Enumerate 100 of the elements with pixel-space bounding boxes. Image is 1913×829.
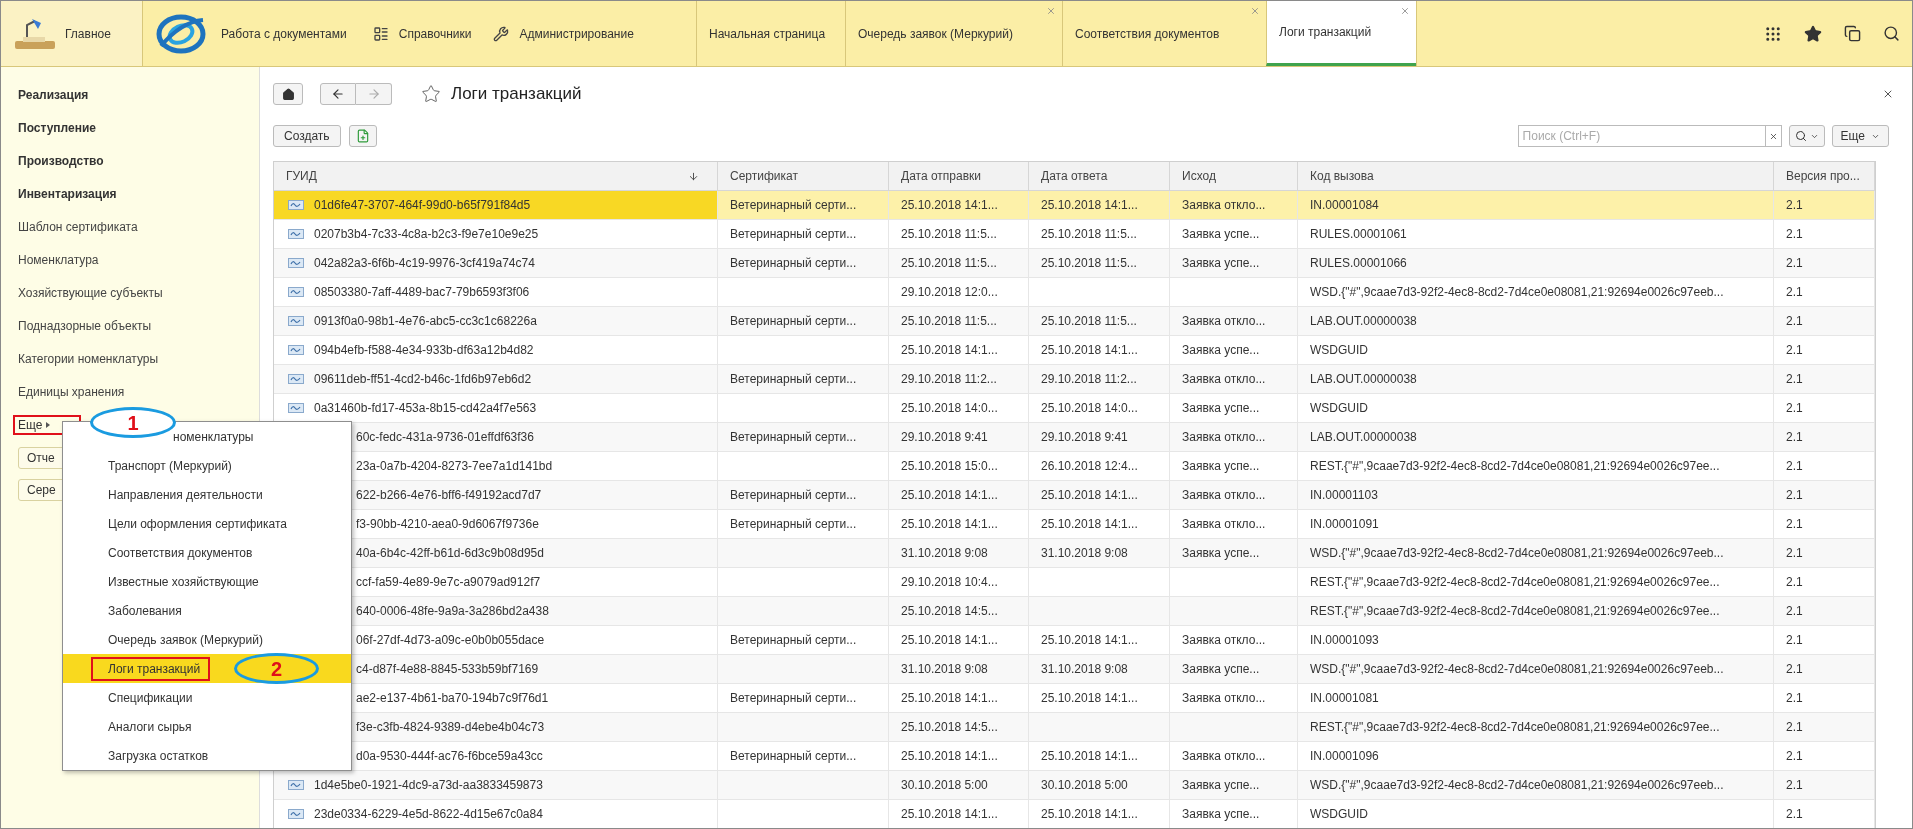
table-cell-text: Заявка откло... [1182, 429, 1266, 446]
close-icon [1768, 131, 1778, 141]
menu-item[interactable]: Загрузка остатков [63, 741, 351, 770]
menu-item[interactable]: Логи транзакций 2 [63, 654, 351, 683]
sidebar-link[interactable]: Еще [18, 415, 43, 434]
menu-item[interactable]: Заболевания [63, 596, 351, 625]
table-cell-text: 2.1 [1786, 632, 1803, 649]
table-cell-text: WSD.{"#",9caae7d3-92f2-4ec8-8cd2-7d4ce0e08081,21:92694e0026c97eeb... [1310, 284, 1724, 301]
column-header[interactable]: Версия про... [1774, 162, 1875, 190]
table-cell-text: IN.00001103 [1310, 487, 1378, 504]
nav-link[interactable]: Администрирование [519, 24, 634, 43]
column-header[interactable]: Исход [1170, 162, 1298, 190]
table-cell-text: f3-90bb-4210-aea0-9d6067f9736e [356, 516, 539, 533]
star-icon[interactable] [1804, 24, 1822, 43]
callout-marker: 2 [234, 653, 319, 684]
search-button[interactable] [1788, 125, 1825, 147]
column-header[interactable]: Дата отправки [889, 162, 1029, 190]
sidebar-link[interactable]: Поднадзорные объекты [18, 316, 152, 335]
table-cell-text: 25.10.2018 14:1... [1041, 748, 1138, 765]
menu-item[interactable]: Спецификации [63, 683, 351, 712]
search-field[interactable]: Поиск (Ctrl+F) [1517, 125, 1766, 147]
nav-link[interactable]: Работа с документами [221, 24, 347, 43]
sidebar-link[interactable]: Поступление [18, 118, 96, 137]
table-cell-text: 25.10.2018 14:5... [901, 603, 998, 620]
sidebar-link[interactable]: Категории номенклатуры [18, 349, 159, 368]
wave-icon [288, 200, 304, 210]
table-cell-text: Заявка откло... [1182, 690, 1266, 707]
menu-item[interactable]: Соответствия документов [63, 538, 351, 567]
sort-arrow-icon [688, 170, 699, 182]
table-cell-text: 2.1 [1786, 545, 1803, 562]
table-cell-text: 2.1 [1786, 342, 1803, 359]
table-cell-text: IN.00001096 [1310, 748, 1379, 765]
table-cell-text: 25.10.2018 14:1... [901, 748, 998, 765]
table-cell-text: 0913f0a0-98b1-4e76-abc5-cc3c1c68226a [314, 313, 537, 330]
sidebar-link[interactable]: Производство [18, 151, 104, 170]
table-cell-text: 2.1 [1786, 284, 1803, 301]
table-cell-text: REST.{"#",9caae7d3-92f2-4ec8-8cd2-7d4ce0e08081,21:92694e0026c97ee... [1310, 458, 1720, 475]
menu-item[interactable]: номенклатуры [173, 427, 254, 446]
clear-button[interactable] [1765, 125, 1782, 147]
back-button[interactable] [320, 83, 356, 105]
column-header[interactable]: Код вызова [1298, 162, 1774, 190]
star-icon[interactable] [421, 84, 441, 104]
home-button[interactable] [273, 83, 303, 105]
tab[interactable]: Логи транзакций [1266, 1, 1416, 66]
column-header[interactable]: Сертификат [718, 162, 889, 190]
table-cell-text: 2.1 [1786, 487, 1803, 504]
table-cell-text: 25.10.2018 14:1... [1041, 632, 1138, 649]
copy-icon[interactable] [1844, 25, 1861, 42]
table-cell-text: Ветеринарный серти... [730, 197, 857, 214]
sidebar-link[interactable]: Номенклатура [18, 250, 99, 269]
table-cell-text: RULES.00001061 [1310, 226, 1407, 243]
wave-icon [288, 345, 304, 355]
more-button[interactable]: Еще [1831, 125, 1889, 147]
table-cell-text: 01d6fe47-3707-464f-99d0-b65f791f84d5 [314, 197, 531, 214]
table-cell-text: Заявка откло... [1182, 516, 1266, 533]
add-button[interactable] [348, 125, 377, 147]
sidebar-link[interactable]: Шаблон сертификата [18, 217, 138, 236]
table-cell-text: 25.10.2018 14:0... [901, 400, 998, 417]
sidebar-link[interactable]: Единицы хранения [18, 382, 125, 401]
table-cell-text: 25.10.2018 14:1... [901, 806, 998, 823]
menu-item[interactable]: Аналоги сырья [63, 712, 351, 741]
grid-icon[interactable] [1764, 24, 1782, 43]
table-cell-text: 0207b3b4-7c33-4c8a-b2c3-f9e7e10e9e25 [314, 226, 539, 243]
table-cell-text: IN.00001084 [1310, 197, 1379, 214]
table-cell-text: Заявка откло... [1182, 487, 1266, 504]
table-cell-text: Ветеринарный серти... [730, 487, 857, 504]
table-cell-text: Ветеринарный серти... [730, 255, 857, 272]
table-cell-text: 30.10.2018 5:00 [1041, 777, 1128, 794]
table-cell-text: 23a-0a7b-4204-8273-7ee7a1d141bd [356, 458, 553, 475]
search-icon[interactable] [1883, 25, 1900, 42]
table-cell-text: 31.10.2018 9:08 [901, 545, 988, 562]
table-cell-text: Ветеринарный серти... [730, 516, 857, 533]
table-cell-text: Заявка успе... [1182, 458, 1260, 475]
table-cell-text: RULES.00001066 [1310, 255, 1407, 272]
table-cell-text: 25.10.2018 14:1... [901, 516, 998, 533]
column-header[interactable]: ГУИД [274, 162, 718, 190]
table-cell-text: Заявка откло... [1182, 197, 1266, 214]
table-cell-text: 2.1 [1786, 197, 1803, 214]
column-header[interactable]: Дата ответа [1029, 162, 1170, 190]
sidebar-link[interactable]: Реализация [18, 85, 89, 104]
nav-link[interactable]: Справочники [398, 24, 472, 43]
sidebar-link[interactable]: Хозяйствующие субъекты [18, 283, 163, 302]
table-cell-text: d0a-9530-444f-ac76-f6bce59a43cc [356, 748, 543, 765]
table-cell-text: 2.1 [1786, 371, 1803, 388]
menu-item[interactable]: Известные хозяйствующие [63, 567, 351, 596]
table-cell-text: 25.10.2018 14:1... [1041, 516, 1138, 533]
table-cell-text: ccf-fa59-4e89-9e7c-a9079ad912f7 [356, 574, 541, 591]
sidebar-link[interactable]: Инвентаризация [18, 184, 117, 203]
table-cell-text: WSD.{"#",9caae7d3-92f2-4ec8-8cd2-7d4ce0e08081,21:92694e0026c97eeb... [1310, 545, 1724, 562]
table-cell-text: REST.{"#",9caae7d3-92f2-4ec8-8cd2-7d4ce0e08081,21:92694e0026c97ee... [1310, 719, 1720, 736]
create-button[interactable]: Создать [273, 125, 341, 147]
table-cell-text: Заявка успе... [1182, 545, 1260, 562]
table-cell-text: 25.10.2018 14:1... [1041, 197, 1138, 214]
table-cell-text: 25.10.2018 14:1... [901, 632, 998, 649]
table-cell-text: 29.10.2018 12:0... [901, 284, 998, 301]
close-icon[interactable] [1882, 88, 1894, 100]
table-cell-text: Ветеринарный серти... [730, 313, 857, 330]
menu-item[interactable]: Цели оформления сертификата [63, 509, 351, 538]
menu-item[interactable]: Очередь заявок (Меркурий) [63, 625, 351, 654]
nav-link[interactable]: Главное [65, 24, 111, 43]
